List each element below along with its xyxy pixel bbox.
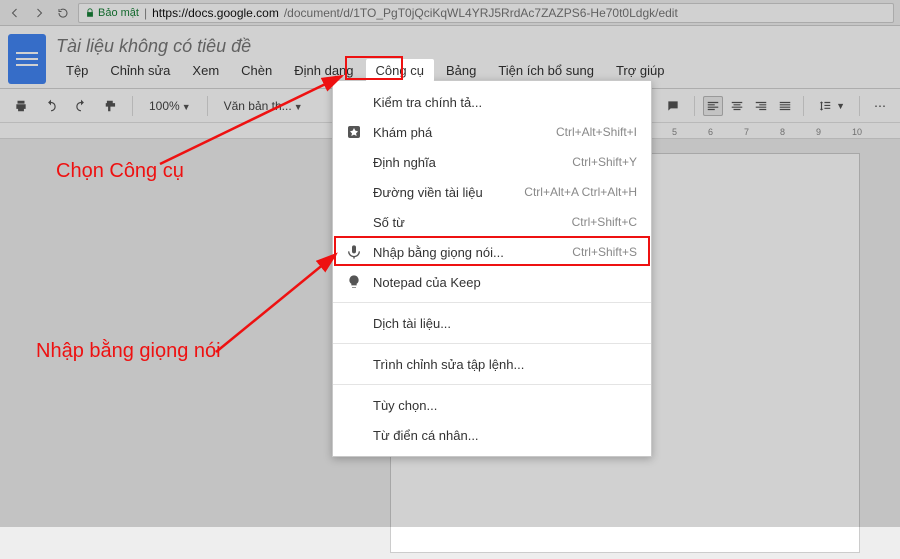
- bulb-icon: [345, 273, 363, 291]
- menu-item-define[interactable]: Định nghĩa Ctrl+Shift+Y: [333, 147, 651, 177]
- reload-button[interactable]: [54, 4, 72, 22]
- menu-item-personal-dictionary[interactable]: Từ điển cá nhân...: [333, 420, 651, 450]
- align-center-button[interactable]: [727, 96, 747, 116]
- divider: [803, 96, 804, 116]
- url-field[interactable]: Bảo mật | https://docs.google.com/docume…: [78, 3, 894, 23]
- divider: [132, 96, 133, 116]
- menu-separator: [333, 302, 651, 303]
- undo-button[interactable]: [38, 95, 64, 117]
- paragraph-style-selector[interactable]: Văn bản th...▼: [216, 95, 311, 117]
- menu-item-script-editor[interactable]: Trình chỉnh sửa tập lệnh...: [333, 349, 651, 379]
- more-button[interactable]: ⋯: [868, 95, 892, 117]
- menu-format[interactable]: Định dạng: [284, 59, 363, 82]
- menu-insert[interactable]: Chèn: [231, 59, 282, 82]
- divider: [207, 96, 208, 116]
- menu-item-spellcheck[interactable]: Kiểm tra chính tả...: [333, 87, 651, 117]
- align-left-button[interactable]: [703, 96, 723, 116]
- secure-label: Bảo mật: [98, 7, 139, 19]
- menu-table[interactable]: Bảng: [436, 59, 486, 82]
- menu-item-keep-notepad[interactable]: Notepad của Keep: [333, 267, 651, 297]
- menu-item-outline[interactable]: Đường viền tài liệu Ctrl+Alt+A Ctrl+Alt+…: [333, 177, 651, 207]
- menu-item-preferences[interactable]: Tùy chọn...: [333, 390, 651, 420]
- menu-item-voice-typing[interactable]: Nhập bằng giọng nói... Ctrl+Shift+S: [333, 237, 651, 267]
- lock-icon: Bảo mật: [85, 7, 139, 19]
- menu-addons[interactable]: Tiện ích bổ sung: [488, 59, 604, 82]
- url-path: /document/d/1TO_PgT0jQciKqWL4YRJ5RrdAc7Z…: [284, 6, 678, 20]
- zoom-selector[interactable]: 100%▼: [141, 95, 199, 117]
- annotation-2: Nhập bằng giọng nói: [36, 340, 221, 363]
- menu-tools[interactable]: Công cụ: [366, 59, 434, 82]
- explore-icon: [345, 123, 363, 141]
- paint-format-button[interactable]: [98, 95, 124, 117]
- line-spacing-button[interactable]: ▼: [812, 95, 851, 117]
- divider: [859, 96, 860, 116]
- menu-help[interactable]: Trợ giúp: [606, 59, 675, 82]
- menu-edit[interactable]: Chỉnh sửa: [100, 59, 180, 82]
- menu-separator: [333, 384, 651, 385]
- forward-button[interactable]: [30, 4, 48, 22]
- mic-icon: [345, 243, 363, 261]
- browser-address-bar: Bảo mật | https://docs.google.com/docume…: [0, 0, 900, 26]
- align-justify-button[interactable]: [775, 96, 795, 116]
- docs-logo-icon[interactable]: [8, 34, 46, 84]
- align-right-button[interactable]: [751, 96, 771, 116]
- url-host: https://docs.google.com: [152, 6, 279, 20]
- comment-button[interactable]: [660, 95, 686, 117]
- menu-item-explore[interactable]: Khám phá Ctrl+Alt+Shift+I: [333, 117, 651, 147]
- menu-view[interactable]: Xem: [182, 59, 229, 82]
- menu-file[interactable]: Tệp: [56, 59, 98, 82]
- tools-menu: Kiểm tra chính tả... Khám phá Ctrl+Alt+S…: [332, 80, 652, 457]
- menu-item-translate[interactable]: Dịch tài liệu...: [333, 308, 651, 338]
- redo-button[interactable]: [68, 95, 94, 117]
- document-title[interactable]: Tài liệu không có tiêu đề: [56, 26, 900, 59]
- back-button[interactable]: [6, 4, 24, 22]
- menu-item-wordcount[interactable]: Số từ Ctrl+Shift+C: [333, 207, 651, 237]
- divider: [694, 96, 695, 116]
- print-button[interactable]: [8, 95, 34, 117]
- menu-separator: [333, 343, 651, 344]
- annotation-1: Chọn Công cụ: [56, 160, 184, 183]
